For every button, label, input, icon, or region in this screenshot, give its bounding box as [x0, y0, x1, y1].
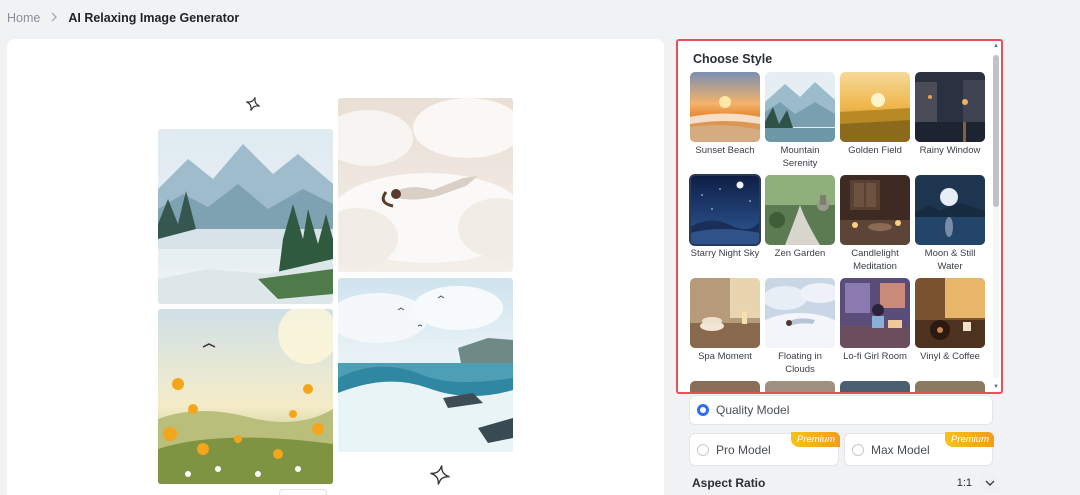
style-vinyl-coffee[interactable]: Vinyl & Coffee — [915, 278, 985, 364]
style-thumbnail — [840, 381, 910, 392]
starry-night-thumbnail — [689, 174, 761, 246]
quality-model-label: Quality Model — [716, 403, 790, 417]
choose-style-section: Choose Style Sunset Beach Mountain Seren… — [676, 39, 1003, 394]
style-label: Zen Garden — [774, 248, 826, 259]
quality-model-option[interactable]: Quality Model — [689, 395, 993, 425]
style-spa-moment[interactable]: Spa Moment — [690, 278, 760, 364]
style-rainy-window[interactable]: Rainy Window — [915, 72, 985, 158]
candlelight-thumbnail — [840, 175, 910, 245]
vinyl-coffee-thumbnail — [915, 278, 985, 348]
floating-on-clouds-image — [338, 98, 513, 272]
lofi-room-thumbnail — [840, 278, 910, 348]
sparkle-icon — [429, 464, 451, 491]
style-thumbnail — [690, 381, 760, 392]
premium-badge: Premium — [944, 432, 994, 447]
ocean-waves-image — [338, 278, 513, 452]
mountain-serenity-thumbnail — [765, 72, 835, 142]
style-floating-in-clouds[interactable]: Floating in Clouds — [765, 278, 835, 376]
scroll-up-arrow-icon[interactable]: ▲ — [992, 43, 1000, 49]
style-mountain-serenity[interactable]: Mountain Serenity — [765, 72, 835, 170]
style-tile-partial[interactable] — [690, 381, 760, 392]
settings-panel: Choose Style Sunset Beach Mountain Seren… — [676, 39, 1003, 495]
moon-water-thumbnail — [915, 175, 985, 245]
style-label: Spa Moment — [698, 351, 752, 362]
breadcrumb-current: AI Relaxing Image Generator — [68, 11, 240, 25]
chevron-down-icon[interactable] — [980, 473, 1000, 493]
floating-clouds-thumbnail — [765, 278, 835, 348]
style-thumbnail — [915, 381, 985, 392]
scroll-down-arrow-icon[interactable]: ▼ — [992, 384, 1000, 390]
carousel-handle[interactable] — [279, 489, 327, 495]
radio-selected-icon[interactable] — [697, 404, 709, 416]
style-label: Moon & Still Water — [924, 248, 976, 272]
rainy-window-thumbnail — [915, 72, 985, 142]
sparkle-icon — [245, 96, 261, 117]
max-model-label: Max Model — [871, 442, 930, 457]
style-label: Rainy Window — [919, 145, 981, 156]
style-label: Golden Field — [848, 145, 902, 156]
style-tile-partial[interactable] — [840, 381, 910, 392]
style-label: Floating in Clouds — [778, 351, 822, 375]
style-label: Sunset Beach — [695, 145, 755, 156]
style-scrollbar[interactable]: ▲ ▼ — [991, 41, 1001, 392]
aspect-ratio-row[interactable]: Aspect Ratio 1:1 — [692, 473, 1000, 493]
style-label: Mountain Serenity — [780, 145, 820, 169]
style-candlelight-meditation[interactable]: Candlelight Meditation — [840, 175, 910, 273]
sunset-beach-thumbnail — [690, 72, 760, 142]
premium-badge: Premium — [790, 432, 840, 447]
style-label: Candlelight Meditation — [851, 248, 899, 272]
zen-garden-thumbnail — [765, 175, 835, 245]
scroll-thumb[interactable] — [993, 55, 999, 207]
max-model-option[interactable]: Max Model Premium — [844, 432, 994, 466]
style-zen-garden[interactable]: Zen Garden — [765, 175, 835, 261]
style-thumbnail — [765, 381, 835, 392]
style-starry-night-sky[interactable]: Starry Night Sky — [689, 174, 761, 261]
style-label: Vinyl & Coffee — [920, 351, 980, 362]
style-lofi-girl-room[interactable]: Lo-fi Girl Room — [840, 278, 910, 364]
aspect-ratio-label: Aspect Ratio — [692, 476, 766, 490]
chevron-right-icon — [50, 11, 58, 25]
style-sunset-beach[interactable]: Sunset Beach — [690, 72, 760, 158]
style-label: Lo-fi Girl Room — [843, 351, 907, 362]
choose-style-title: Choose Style — [693, 52, 773, 66]
style-tile-partial[interactable] — [765, 381, 835, 392]
style-label: Starry Night Sky — [690, 248, 760, 259]
spa-thumbnail — [690, 278, 760, 348]
golden-field-thumbnail — [840, 72, 910, 142]
breadcrumb-home-link[interactable]: Home — [7, 11, 40, 25]
pro-model-option[interactable]: Pro Model Premium — [689, 432, 840, 466]
radio-unselected-icon[interactable] — [697, 443, 709, 456]
preview-panel — [7, 39, 664, 495]
style-tile-partial[interactable] — [915, 381, 985, 392]
pro-model-label: Pro Model — [716, 442, 771, 457]
wildflower-meadow-image — [158, 309, 333, 484]
misty-mountains-image — [158, 129, 333, 304]
style-golden-field[interactable]: Golden Field — [840, 72, 910, 158]
aspect-ratio-value: 1:1 — [956, 477, 972, 489]
style-moon-still-water[interactable]: Moon & Still Water — [915, 175, 985, 273]
breadcrumb: Home AI Relaxing Image Generator — [7, 11, 239, 25]
radio-unselected-icon[interactable] — [852, 443, 864, 456]
